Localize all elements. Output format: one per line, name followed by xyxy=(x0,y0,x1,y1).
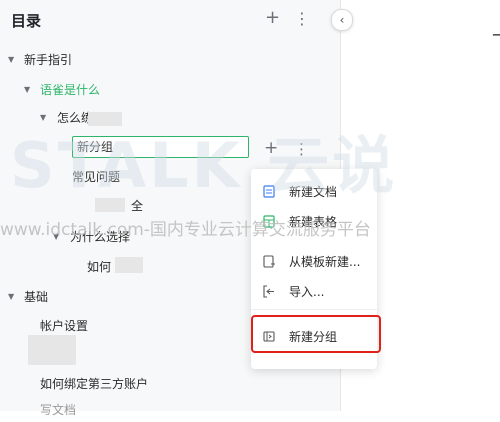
tree-item-1[interactable]: ▼ 语雀是什么 xyxy=(0,78,340,102)
caret-down-icon[interactable]: ▼ xyxy=(8,285,14,309)
menu-item-label: 从模板新建... xyxy=(289,255,361,269)
tree-item-0[interactable]: ▼ 新手指引 xyxy=(0,48,340,72)
sidebar-title: 目录 xyxy=(11,12,42,30)
watermark-text: www.idctalk.com-国内专业云计算交流服务平台 xyxy=(0,220,371,240)
redacted-block xyxy=(28,335,76,365)
watermark-logo: STALK 云说 xyxy=(10,129,398,202)
menu-divider xyxy=(251,309,377,310)
menu-item-from-template[interactable]: 从模板新建... xyxy=(251,247,377,277)
tree-item-label: 如何 xyxy=(87,260,112,274)
caret-down-icon[interactable]: ▼ xyxy=(24,78,30,102)
plus-icon[interactable]: + xyxy=(265,8,280,28)
tree-item-9[interactable]: 如何绑定第三方账户 xyxy=(0,372,340,396)
highlight-box xyxy=(251,315,381,353)
sidebar-header: 目录 + ⋮ xyxy=(0,0,340,40)
import-icon xyxy=(263,285,274,298)
tree-item-label: 新手指引 xyxy=(24,53,73,67)
menu-item-import[interactable]: 导入... xyxy=(251,277,377,307)
tree-item-label: 语雀是什么 xyxy=(40,83,101,97)
redacted-block xyxy=(115,257,143,273)
tree-item-label: 如何绑定第三方账户 xyxy=(40,377,149,391)
tree-item-label: 基础 xyxy=(24,290,49,304)
tree-item-10[interactable]: 写文档 xyxy=(0,398,340,422)
chevron-left-icon[interactable]: ‹ xyxy=(331,9,353,31)
caret-down-icon[interactable]: ▼ xyxy=(8,48,14,72)
template-icon xyxy=(263,255,275,268)
menu-item-label: 导入... xyxy=(289,285,325,299)
content-mark: — xyxy=(492,24,500,45)
tree-item-label: 写文档 xyxy=(40,403,77,417)
more-icon[interactable]: ⋮ xyxy=(294,9,310,29)
